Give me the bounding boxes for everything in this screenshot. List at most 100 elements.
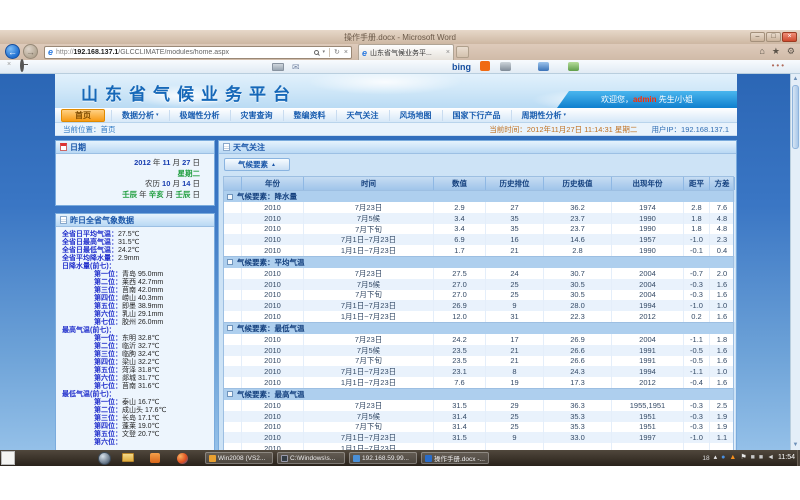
nav-item-7[interactable]: 风场地图 — [389, 110, 442, 121]
blocker-icon[interactable] — [20, 59, 24, 72]
welcome-prefix: 欢迎您， — [601, 95, 633, 104]
table-group-row[interactable]: 气候要素：降水量 — [224, 190, 733, 202]
taskbar-clock[interactable]: 11:54 — [778, 450, 795, 466]
home-icon[interactable]: ⌂ — [759, 46, 764, 57]
bird-icon[interactable] — [538, 62, 549, 71]
new-tab-button[interactable] — [456, 46, 469, 58]
calendar-text: 月 — [164, 190, 176, 199]
table-cell: 9 — [486, 432, 544, 443]
star-icon[interactable]: ★ — [772, 46, 780, 57]
collapse-icon[interactable] — [227, 194, 233, 200]
maximize-button[interactable]: □ — [766, 32, 781, 42]
row-lead-cell — [224, 400, 242, 411]
scroll-up-icon[interactable]: ▲ — [791, 76, 800, 82]
table-cell: -0.3 — [684, 290, 710, 301]
stat-label: 第二位： — [94, 407, 122, 414]
nav-item-2[interactable]: 数据分析▾ — [111, 110, 169, 121]
address-bar[interactable]: e http://192.168.137.1/GLCCLIMATE/module… — [44, 46, 352, 59]
app-icon-orange[interactable] — [150, 453, 160, 463]
taskbar-button-2[interactable]: C:\Windows\s... — [277, 452, 345, 464]
taskbar-button-4[interactable]: 操作手册.docx -... — [421, 452, 489, 464]
table-cell: 2010 — [242, 279, 304, 290]
breadcrumb: 当前位置：首页 — [63, 124, 116, 135]
gear-icon[interactable]: ⚙ — [787, 46, 795, 57]
minimized-window[interactable] — [1, 451, 15, 465]
folder-icon[interactable] — [122, 453, 134, 462]
card-icon[interactable] — [272, 63, 284, 71]
back-button[interactable]: ← — [5, 44, 20, 59]
stat-label: 第三位： — [94, 287, 122, 294]
scroll-down-icon[interactable]: ▼ — [791, 442, 800, 448]
refresh-icon[interactable]: ↻ — [334, 48, 340, 56]
scrollbar-thumb[interactable] — [792, 85, 799, 149]
start-button[interactable] — [98, 452, 111, 465]
table-cell: 0.2 — [684, 311, 710, 322]
forward-button[interactable]: → — [23, 44, 38, 59]
globe-icon[interactable]: ● — [721, 452, 725, 464]
minimize-button[interactable]: – — [750, 32, 765, 42]
nav-item-8[interactable]: 国家下行产品 — [442, 110, 511, 121]
table-cell: 7月23日 — [304, 202, 434, 213]
table-cell: -1.1 — [684, 366, 710, 377]
table-cell: 1991 — [612, 345, 684, 356]
toolbar-close-icon[interactable]: × — [7, 61, 11, 68]
caret-icon[interactable]: ▴ — [714, 452, 718, 464]
table-cell — [486, 443, 544, 450]
nav-item-1[interactable]: 首页 — [61, 109, 105, 122]
table-cell: 23.1 — [434, 366, 486, 377]
climate-element-button[interactable]: 气候要素 ▲ — [224, 158, 290, 171]
nav-item-3[interactable]: 极端性分析 — [169, 110, 230, 121]
nav-item-6[interactable]: 天气关注 — [336, 110, 389, 121]
row-lead-cell — [224, 356, 242, 367]
table-cell: 25 — [486, 411, 544, 422]
weather-stat-line: 第一位：东明 32.8℃ — [62, 335, 212, 343]
flame-icon[interactable]: ▲ — [729, 452, 736, 464]
report-icon — [60, 216, 67, 224]
calendar-panel-title: 日期 — [70, 142, 86, 153]
close-button[interactable]: × — [782, 32, 797, 42]
flag-icon[interactable]: ⚑ — [740, 452, 746, 464]
table-cell — [710, 443, 735, 450]
tab-close-icon[interactable]: × — [446, 49, 450, 56]
nav-item-4[interactable]: 灾害查询 — [230, 110, 283, 121]
more-dots-icon[interactable]: ••• — [772, 61, 786, 70]
table-cell: 7月5候 — [304, 411, 434, 422]
taskbar-button-1[interactable]: Win2008 (VS2... — [205, 452, 273, 464]
display-icon[interactable]: ■ — [759, 452, 763, 464]
collapse-icon[interactable] — [227, 391, 233, 397]
search-icon[interactable] — [314, 50, 319, 55]
weather-icon — [223, 143, 230, 151]
table-group-row[interactable]: 气候要素：最高气温 — [224, 388, 733, 400]
collapse-icon[interactable] — [227, 325, 233, 331]
stop-icon[interactable]: × — [344, 49, 348, 56]
table-cell: 1974 — [612, 202, 684, 213]
table-cell: 2010 — [242, 311, 304, 322]
column-header: 年份 — [242, 177, 304, 190]
table-cell: 7月5候 — [304, 279, 434, 290]
bing-badge-icon[interactable] — [480, 61, 490, 71]
collapse-icon[interactable] — [227, 259, 233, 265]
nav-item-5[interactable]: 整编资料 — [283, 110, 336, 121]
table-cell: 1月1日~7月23日 — [304, 377, 434, 388]
table-group-row[interactable]: 气候要素：最低气温 — [224, 322, 733, 334]
browser-app-icon[interactable] — [177, 453, 188, 464]
table-cell: 3.4 — [434, 213, 486, 224]
table-cell: 4.8 — [710, 224, 735, 235]
browser-tab[interactable]: e 山东省气候业务平... × — [358, 44, 454, 60]
table-cell: 6.9 — [434, 234, 486, 245]
scrollbar[interactable]: ▲ ▼ — [790, 74, 800, 450]
nav-item-9[interactable]: 周期性分析▾ — [511, 110, 577, 121]
taskbar-button-label: Win2008 (VS2... — [218, 455, 265, 462]
table-group-row[interactable]: 气候要素：平均气温 — [224, 256, 733, 268]
table-cell: 30.5 — [544, 290, 612, 301]
weather-stat-line: 最高气温(前七)： — [62, 327, 212, 335]
table-cell: 2.9 — [434, 202, 486, 213]
taskbar-button-3[interactable]: 192.168.59.99... — [349, 452, 417, 464]
people-icon[interactable] — [568, 62, 579, 71]
volume-icon[interactable]: ◄ — [767, 452, 774, 464]
bing-logo[interactable]: bing — [452, 62, 471, 72]
display-icon[interactable]: ■ — [751, 452, 755, 464]
camera-icon[interactable] — [500, 62, 511, 71]
envelope-icon[interactable]: ✉ — [292, 62, 300, 73]
chevron-down-icon[interactable]: ▾ — [323, 49, 326, 55]
